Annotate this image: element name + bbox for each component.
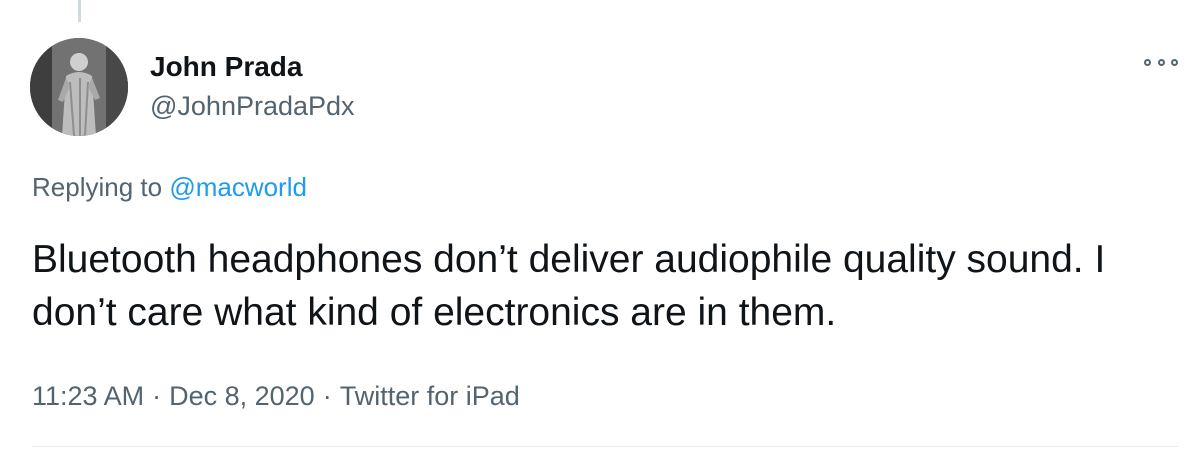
more-options-button[interactable]	[1144, 52, 1178, 72]
more-options-icon	[1157, 58, 1165, 66]
replying-to-line: Replying to @macworld	[32, 172, 307, 202]
replying-to-label: Replying to	[32, 172, 163, 202]
meta-separator: ·	[152, 381, 162, 411]
divider	[32, 446, 1178, 447]
thread-connector-line	[78, 0, 81, 22]
tweet-timestamp-date[interactable]: Dec 8, 2020	[169, 381, 315, 411]
reply-mention-link[interactable]: @macworld	[169, 172, 307, 202]
tweet-metadata: 11:23 AM · Dec 8, 2020 · Twitter for iPad	[32, 380, 520, 412]
user-handle[interactable]: @JohnPradaPdx	[150, 90, 355, 122]
more-options-icon	[1171, 58, 1178, 66]
avatar-statue-image	[30, 38, 128, 136]
meta-separator: ·	[322, 381, 332, 411]
tweet-text: Bluetooth headphones don’t deliver audio…	[32, 238, 1106, 334]
more-options-icon	[1144, 58, 1151, 66]
tweet-timestamp-time[interactable]: 11:23 AM	[32, 381, 144, 411]
tweet-source-link[interactable]: Twitter for iPad	[340, 381, 520, 411]
avatar[interactable]	[30, 38, 128, 136]
user-display-name[interactable]: John Prada	[150, 50, 302, 84]
